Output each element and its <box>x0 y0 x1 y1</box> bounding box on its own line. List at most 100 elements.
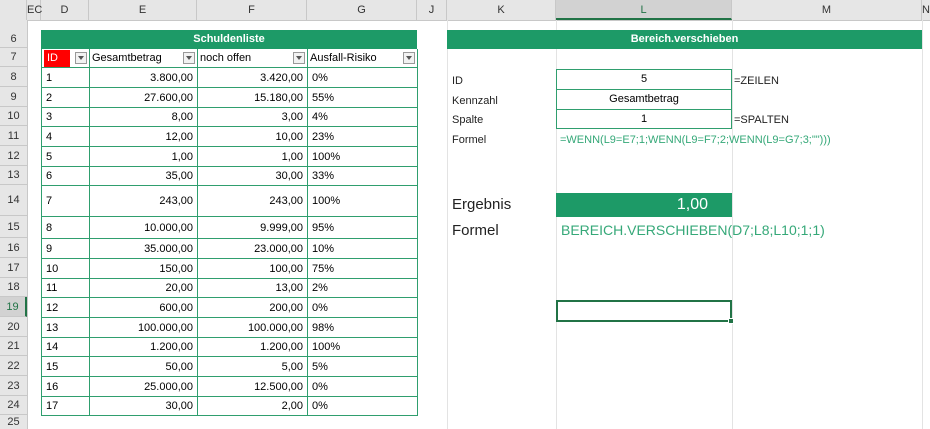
row-header-16[interactable]: 16 <box>0 238 27 258</box>
row-header-18[interactable]: 18 <box>0 278 27 297</box>
row-header-14[interactable]: 14 <box>0 185 27 216</box>
cell-id[interactable]: 13 <box>42 318 90 338</box>
row-header-13[interactable]: 13 <box>0 166 27 185</box>
header-ausfall-risiko[interactable]: Ausfall-Risiko <box>308 49 418 68</box>
cell-id[interactable]: 10 <box>42 259 90 279</box>
row-header-23[interactable]: 23 <box>0 376 27 396</box>
cell-gesamtbetrag[interactable]: 100.000,00 <box>90 318 198 338</box>
cell-gesamtbetrag[interactable]: 8,00 <box>90 108 198 127</box>
cell-id[interactable]: 8 <box>42 217 90 239</box>
spalte-value-cell[interactable]: 1 <box>556 109 732 129</box>
cell-noch-offen[interactable]: 23.000,00 <box>198 239 308 259</box>
cell-id[interactable]: 6 <box>42 167 90 186</box>
cell-gesamtbetrag[interactable]: 1.200,00 <box>90 338 198 357</box>
header-id[interactable]: ID <box>42 49 90 68</box>
cell-gesamtbetrag[interactable]: 243,00 <box>90 186 198 217</box>
active-cell-selection[interactable] <box>556 300 734 324</box>
cell-ausfall-risiko[interactable]: 10% <box>308 239 418 259</box>
cell-gesamtbetrag[interactable]: 3.800,00 <box>90 68 198 88</box>
cell-ausfall-risiko[interactable]: 0% <box>308 377 418 397</box>
cell-id[interactable]: 14 <box>42 338 90 357</box>
cell-noch-offen[interactable]: 243,00 <box>198 186 308 217</box>
cell-noch-offen[interactable]: 12.500,00 <box>198 377 308 397</box>
col-header-l[interactable]: L <box>556 0 732 20</box>
row-header-22[interactable]: 22 <box>0 356 27 376</box>
row-header-6[interactable]: 6 <box>0 30 27 48</box>
cell-gesamtbetrag[interactable]: 30,00 <box>90 397 198 416</box>
kennzahl-value-cell[interactable]: Gesamtbetrag <box>556 89 732 110</box>
cell-ausfall-risiko[interactable]: 2% <box>308 279 418 298</box>
cell-ausfall-risiko[interactable]: 0% <box>308 298 418 318</box>
cell-gesamtbetrag[interactable]: 27.600,00 <box>90 88 198 108</box>
cell-gesamtbetrag[interactable]: 150,00 <box>90 259 198 279</box>
cell-gesamtbetrag[interactable]: 1,00 <box>90 147 198 167</box>
cell-id[interactable]: 15 <box>42 357 90 377</box>
cell-noch-offen[interactable]: 2,00 <box>198 397 308 416</box>
row-header-21[interactable]: 21 <box>0 337 27 356</box>
cell-ausfall-risiko[interactable]: 100% <box>308 147 418 167</box>
row-header-8[interactable]: 8 <box>0 67 27 87</box>
col-header-g[interactable]: G <box>307 0 417 20</box>
cell-noch-offen[interactable]: 200,00 <box>198 298 308 318</box>
cell-id[interactable]: 16 <box>42 377 90 397</box>
cell-id[interactable]: 7 <box>42 186 90 217</box>
col-header-f[interactable]: F <box>197 0 307 20</box>
cell-noch-offen[interactable]: 5,00 <box>198 357 308 377</box>
cell-gesamtbetrag[interactable]: 35.000,00 <box>90 239 198 259</box>
id-value-cell[interactable]: 5 <box>556 69 732 90</box>
cell-ausfall-risiko[interactable]: 4% <box>308 108 418 127</box>
cell-id[interactable]: 4 <box>42 127 90 147</box>
col-header-e[interactable]: E <box>89 0 197 20</box>
cell-noch-offen[interactable]: 3,00 <box>198 108 308 127</box>
cell-gesamtbetrag[interactable]: 25.000,00 <box>90 377 198 397</box>
row-header-12[interactable]: 12 <box>0 146 27 166</box>
filter-dropdown-ausfall-risiko-icon[interactable] <box>403 52 415 64</box>
header-gesamtbetrag[interactable]: Gesamtbetrag <box>90 49 198 68</box>
row-header-9[interactable]: 9 <box>0 87 27 107</box>
filter-dropdown-gesamtbetrag-icon[interactable] <box>183 52 195 64</box>
cell-id[interactable]: 17 <box>42 397 90 416</box>
cell-noch-offen[interactable]: 1,00 <box>198 147 308 167</box>
cell-id[interactable]: 2 <box>42 88 90 108</box>
cell-noch-offen[interactable]: 1.200,00 <box>198 338 308 357</box>
cell-noch-offen[interactable]: 13,00 <box>198 279 308 298</box>
cell-ausfall-risiko[interactable]: 0% <box>308 68 418 88</box>
cell-gesamtbetrag[interactable]: 10.000,00 <box>90 217 198 239</box>
cell-ausfall-risiko[interactable]: 100% <box>308 186 418 217</box>
cell-noch-offen[interactable]: 100.000,00 <box>198 318 308 338</box>
cell-noch-offen[interactable]: 10,00 <box>198 127 308 147</box>
cell-ausfall-risiko[interactable]: 100% <box>308 338 418 357</box>
cell-ausfall-risiko[interactable]: 98% <box>308 318 418 338</box>
cell-ausfall-risiko[interactable]: 55% <box>308 88 418 108</box>
cell-gesamtbetrag[interactable]: 600,00 <box>90 298 198 318</box>
header-noch-offen[interactable]: noch offen <box>198 49 308 68</box>
col-header-ec[interactable]: EC <box>27 0 42 20</box>
col-header-n[interactable]: N <box>922 0 930 20</box>
cell-noch-offen[interactable]: 100,00 <box>198 259 308 279</box>
cell-id[interactable]: 1 <box>42 68 90 88</box>
row-header-11[interactable]: 11 <box>0 126 27 146</box>
ergebnis-value-cell[interactable]: 1,00 <box>556 193 732 217</box>
cell-id[interactable]: 5 <box>42 147 90 167</box>
cell-ausfall-risiko[interactable]: 5% <box>308 357 418 377</box>
cell-ausfall-risiko[interactable]: 33% <box>308 167 418 186</box>
cell-id[interactable]: 12 <box>42 298 90 318</box>
cell-id[interactable]: 11 <box>42 279 90 298</box>
cell-gesamtbetrag[interactable]: 12,00 <box>90 127 198 147</box>
cell-noch-offen[interactable]: 30,00 <box>198 167 308 186</box>
cell-gesamtbetrag[interactable]: 50,00 <box>90 357 198 377</box>
cell-ausfall-risiko[interactable]: 23% <box>308 127 418 147</box>
filter-dropdown-noch-offen-icon[interactable] <box>293 52 305 64</box>
cell-gesamtbetrag[interactable]: 35,00 <box>90 167 198 186</box>
col-header-k[interactable]: K <box>447 0 556 20</box>
filter-dropdown-id-icon[interactable] <box>75 52 87 64</box>
cell-ausfall-risiko[interactable]: 75% <box>308 259 418 279</box>
row-header-10[interactable]: 10 <box>0 107 27 126</box>
cell-ausfall-risiko[interactable]: 0% <box>308 397 418 416</box>
col-header-d[interactable]: D <box>41 0 89 20</box>
row-header-19[interactable]: 19 <box>0 297 27 317</box>
row-header-15[interactable]: 15 <box>0 216 27 238</box>
fill-handle[interactable] <box>728 318 734 324</box>
cell-gesamtbetrag[interactable]: 20,00 <box>90 279 198 298</box>
row-header-20[interactable]: 20 <box>0 317 27 337</box>
